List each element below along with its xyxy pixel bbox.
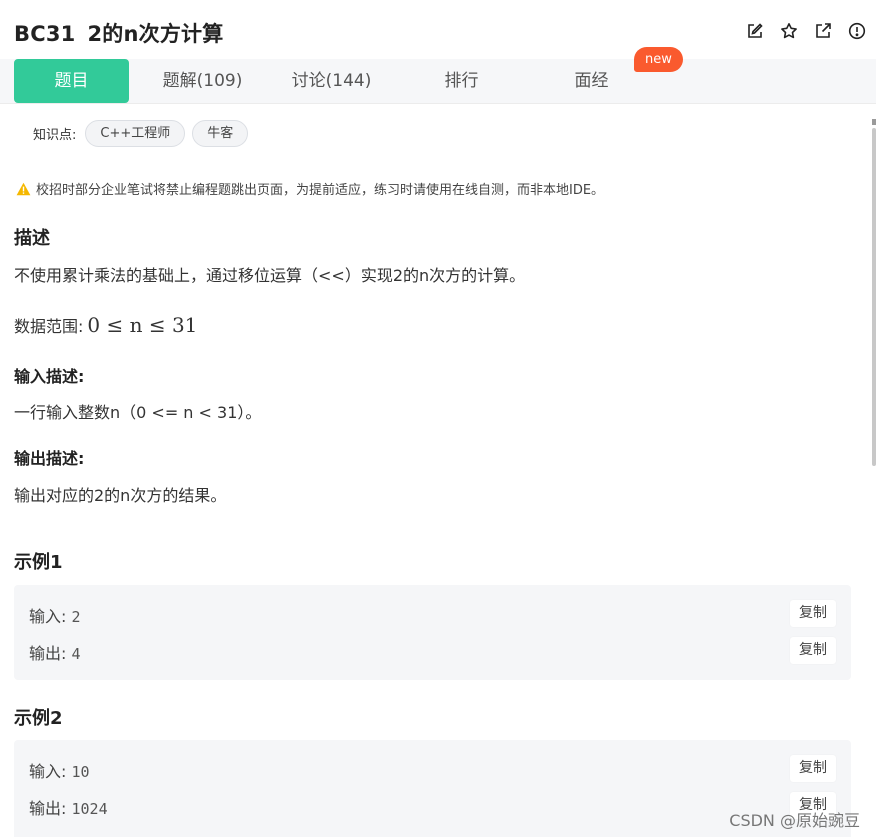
warning-icon	[16, 182, 31, 195]
tab-ranking[interactable]: 排行	[404, 59, 519, 103]
input-value: 10	[71, 763, 90, 781]
header-actions	[746, 22, 866, 40]
copy-button[interactable]: 复制	[790, 755, 836, 782]
problem-name: 2的n次方计算	[87, 22, 224, 46]
example-output: 输出: 1024	[29, 795, 108, 819]
output-desc-text: 输出对应的2的n次方的结果。	[14, 486, 227, 505]
input-desc-text: 一行输入整数n（0 <= n < 31）。	[14, 403, 262, 422]
alert-icon[interactable]	[848, 22, 866, 40]
problem-title: BC31 2的n次方计算	[14, 18, 223, 48]
copy-button[interactable]: 复制	[790, 600, 836, 627]
example-title: 示例2	[14, 708, 63, 729]
knowledge-points: 知识点: C++工程师 牛客	[33, 120, 249, 147]
example-input: 输入: 10	[29, 758, 90, 782]
csdn-watermark: CSDN @原始豌豆	[729, 811, 860, 830]
tab-solutions[interactable]: 题解(109)	[145, 59, 260, 103]
tag-chip[interactable]: 牛客	[192, 120, 249, 147]
edit-icon[interactable]	[746, 22, 764, 40]
problem-code: BC31	[14, 22, 76, 46]
output-value: 4	[71, 645, 81, 663]
input-label: 输入:	[29, 762, 67, 781]
input-label: 输入:	[29, 607, 67, 626]
tab-bar: 题目 题解(109) 讨论(144) 排行 面经	[0, 59, 876, 104]
scrollbar-arrow[interactable]	[872, 119, 876, 125]
problem-header: BC31 2的n次方计算	[0, 0, 876, 60]
example-title: 示例1	[14, 552, 63, 573]
example-input: 输入: 2	[29, 603, 81, 627]
data-range: 数据范围: 0 ≤ n ≤ 31	[14, 313, 197, 337]
output-label: 输出:	[29, 799, 67, 818]
example-box: 输入: 10 复制 输出: 1024 复制	[14, 740, 851, 837]
scrollbar-thumb[interactable]	[872, 128, 876, 466]
warning-text: 校招时部分企业笔试将禁止编程题跳出页面，为提前适应，练习时请使用在线自测，而非本…	[36, 183, 605, 198]
input-desc-heading: 输入描述:	[14, 367, 85, 386]
description-text: 不使用累计乘法的基础上，通过移位运算（<<）实现2的n次方的计算。	[14, 266, 526, 285]
tab-discussion[interactable]: 讨论(144)	[274, 59, 389, 103]
external-link-icon[interactable]	[814, 22, 832, 40]
output-label: 输出:	[29, 644, 67, 663]
output-desc-heading: 输出描述:	[14, 449, 85, 468]
example-box: 输入: 2 复制 输出: 4 复制	[14, 585, 851, 680]
copy-button[interactable]: 复制	[790, 637, 836, 664]
tag-chip[interactable]: C++工程师	[85, 120, 186, 147]
description-heading: 描述	[14, 228, 50, 249]
knowledge-label: 知识点:	[33, 128, 77, 143]
example-output: 输出: 4	[29, 640, 81, 664]
input-value: 2	[71, 608, 81, 626]
tab-problem[interactable]: 题目	[14, 59, 129, 103]
output-value: 1024	[71, 800, 108, 818]
tab-interview[interactable]: 面经	[534, 59, 649, 103]
range-math: 0 ≤ n ≤ 31	[87, 313, 198, 337]
new-badge: new	[634, 47, 683, 72]
star-icon[interactable]	[780, 22, 798, 40]
range-label: 数据范围:	[14, 317, 84, 336]
ide-warning: 校招时部分企业笔试将禁止编程题跳出页面，为提前适应，练习时请使用在线自测，而非本…	[16, 179, 604, 198]
